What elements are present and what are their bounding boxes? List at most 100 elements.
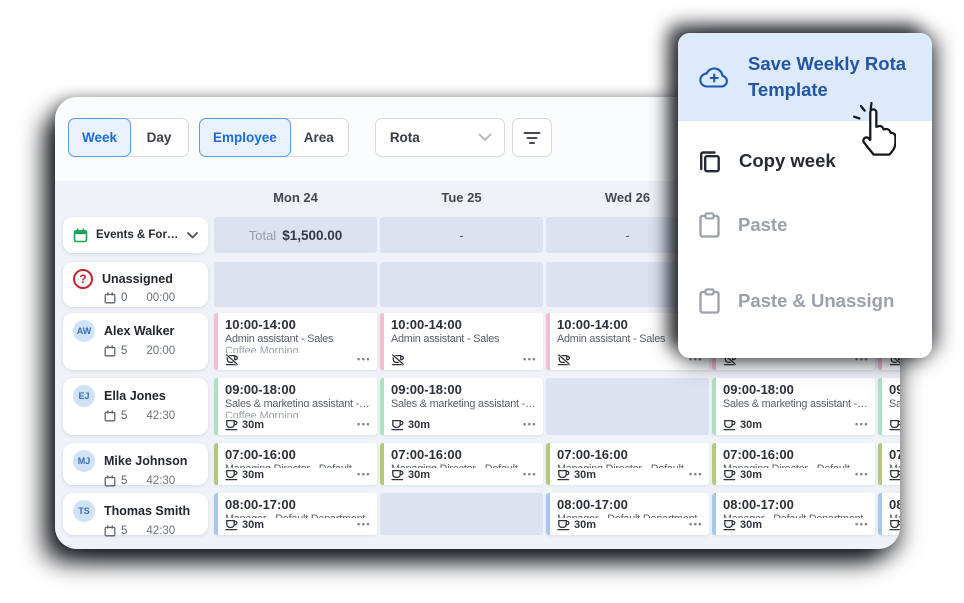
shift-cell[interactable]: 07:00-16:00Managing Director - Default D… xyxy=(214,443,377,485)
person-card-ella-jones[interactable]: EJElla Jones542:30 xyxy=(63,378,208,435)
scheduled-hours: 42:30 xyxy=(146,410,175,422)
more-options-button[interactable]: ••• xyxy=(357,420,371,429)
day-view-button[interactable]: Day xyxy=(130,119,188,156)
menu-item-paste: Paste xyxy=(678,195,932,255)
events-forecast-filter[interactable]: Events & For… xyxy=(63,217,208,253)
menu-item-label: Copy week xyxy=(739,148,836,174)
shift-time: 09:00-18:00 xyxy=(723,382,869,398)
empty-shift-cell[interactable] xyxy=(546,378,709,435)
chevron-down-icon xyxy=(478,133,492,142)
area-group-button[interactable]: Area xyxy=(290,119,348,156)
shift-cell[interactable]: 09:00-18:00Sales & marketing assistant -… xyxy=(214,378,377,435)
break-duration: 30m xyxy=(740,519,762,531)
coffee-break-icon xyxy=(889,418,900,431)
shift-time: 07:00-16:00 xyxy=(225,447,371,463)
rota-select-value: Rota xyxy=(390,130,420,145)
more-options-button[interactable]: ••• xyxy=(523,420,537,429)
break-duration: 30m xyxy=(574,469,596,481)
more-options-button[interactable]: ••• xyxy=(357,520,371,529)
break-duration: 30m xyxy=(408,419,430,431)
unassigned-card[interactable]: ?Unassigned000:00 xyxy=(63,262,208,307)
person-name: Alex Walker xyxy=(104,324,174,338)
shift-time: 09:00-18:00 xyxy=(225,382,371,398)
employee-group-button[interactable]: Employee xyxy=(199,118,291,157)
no-break-icon xyxy=(225,353,239,366)
shift-cell[interactable]: 09:00-18:00Sales & marketing assistant -… xyxy=(878,378,900,435)
coffee-break-icon xyxy=(557,518,570,531)
group-toggle: Employee Area xyxy=(199,118,349,157)
more-options-button[interactable]: ••• xyxy=(523,470,537,479)
coffee-break-icon xyxy=(889,518,900,531)
more-options-button[interactable]: ••• xyxy=(855,420,869,429)
shift-cell[interactable]: 07:00-16:00Managing Director - Default D… xyxy=(712,443,875,485)
avatar: MJ xyxy=(73,450,95,472)
clipboard-icon xyxy=(698,288,721,314)
coffee-break-icon xyxy=(557,468,570,481)
shift-cell[interactable]: 07:00-16:00Managing Director - Default D… xyxy=(380,443,543,485)
shift-cell[interactable]: 09:00-18:00Sales & marketing assistant -… xyxy=(712,378,875,435)
more-options-button[interactable]: ••• xyxy=(689,520,703,529)
shift-time: 07:00-16:00 xyxy=(889,447,900,463)
more-options-button[interactable]: ••• xyxy=(357,470,371,479)
coffee-break-icon xyxy=(225,518,238,531)
week-view-button[interactable]: Week xyxy=(68,118,131,157)
filter-button[interactable] xyxy=(512,118,552,157)
no-break-icon xyxy=(391,353,405,366)
person-name: Thomas Smith xyxy=(104,504,190,518)
person-name: Unassigned xyxy=(102,272,173,286)
shift-cell[interactable]: 10:00-14:00Admin assistant - Sales••• xyxy=(380,313,543,370)
shift-role: Sales & marketing assistant - Sa… xyxy=(889,398,900,411)
chevron-down-icon xyxy=(187,232,198,239)
scheduled-days: 5 xyxy=(121,525,127,537)
shift-cell[interactable]: 08:00-17:00Manager - Default Department3… xyxy=(878,493,900,535)
shift-cell[interactable]: 07:00-16:00Managing Director - Default D… xyxy=(878,443,900,485)
person-card-alex-walker[interactable]: AWAlex Walker520:00 xyxy=(63,313,208,370)
shift-cell[interactable]: 07:00-16:00Managing Director - Default D… xyxy=(546,443,709,485)
shift-role: Sales & marketing assistant - Sa… xyxy=(391,398,537,411)
menu-item-label: Paste & Unassign xyxy=(738,288,894,314)
empty-shift-cell[interactable] xyxy=(380,493,543,535)
person-card-thomas-smith[interactable]: TSThomas Smith542:30 xyxy=(63,493,208,535)
avatar: AW xyxy=(73,320,95,342)
break-duration: 30m xyxy=(740,469,762,481)
rota-scheduler-screen: { "toolbar": { "view_toggle": { "options… xyxy=(0,0,964,603)
shift-time: 08:00-17:00 xyxy=(225,497,371,513)
empty-shift-cell[interactable] xyxy=(214,262,377,307)
break-duration: 30m xyxy=(408,469,430,481)
empty-shift-cell[interactable] xyxy=(380,262,543,307)
coffee-break-icon xyxy=(723,418,736,431)
calendar-icon xyxy=(73,228,88,243)
coffee-break-icon xyxy=(391,468,404,481)
person-name: Mike Johnson xyxy=(104,454,187,468)
break-duration: 30m xyxy=(242,469,264,481)
avatar: TS xyxy=(73,500,95,522)
more-options-button[interactable]: ••• xyxy=(855,470,869,479)
scheduled-days: 5 xyxy=(121,475,127,487)
coffee-break-icon xyxy=(889,468,900,481)
more-options-button[interactable]: ••• xyxy=(523,355,537,364)
shift-time: 10:00-14:00 xyxy=(391,317,537,333)
day-header: Tue 25 xyxy=(380,189,543,207)
break-duration: 30m xyxy=(242,419,264,431)
more-options-button[interactable]: ••• xyxy=(689,470,703,479)
shift-role: Sales & marketing assistant - Sa… xyxy=(225,398,371,407)
shift-cell[interactable]: 08:00-17:00Manager - Default Department3… xyxy=(546,493,709,535)
more-options-button[interactable]: ••• xyxy=(357,355,371,364)
shift-time: 10:00-14:00 xyxy=(225,317,371,333)
shift-cell[interactable]: 08:00-17:00Manager - Default Department3… xyxy=(712,493,875,535)
person-card-mike-johnson[interactable]: MJMike Johnson542:30 xyxy=(63,443,208,485)
view-toggle: Week Day xyxy=(68,118,189,157)
menu-item-copy-week[interactable]: Copy week xyxy=(678,131,932,191)
shift-cell[interactable]: 08:00-17:00Manager - Default Department3… xyxy=(214,493,377,535)
more-options-button[interactable]: ••• xyxy=(855,520,869,529)
shift-cell[interactable]: 10:00-14:00Admin assistant - SalesCoffee… xyxy=(214,313,377,370)
total-cell: Total$1,500.00 xyxy=(214,217,377,253)
total-cell: - xyxy=(380,217,543,253)
calendar-icon xyxy=(104,525,116,537)
cloud-add-icon xyxy=(698,65,731,89)
rota-select[interactable]: Rota xyxy=(375,118,505,157)
scheduled-hours: 20:00 xyxy=(146,345,175,357)
menu-item-save-weekly-rota-template[interactable]: Save Weekly Rota Template xyxy=(678,33,932,121)
break-duration: 30m xyxy=(740,419,762,431)
shift-cell[interactable]: 09:00-18:00Sales & marketing assistant -… xyxy=(380,378,543,435)
